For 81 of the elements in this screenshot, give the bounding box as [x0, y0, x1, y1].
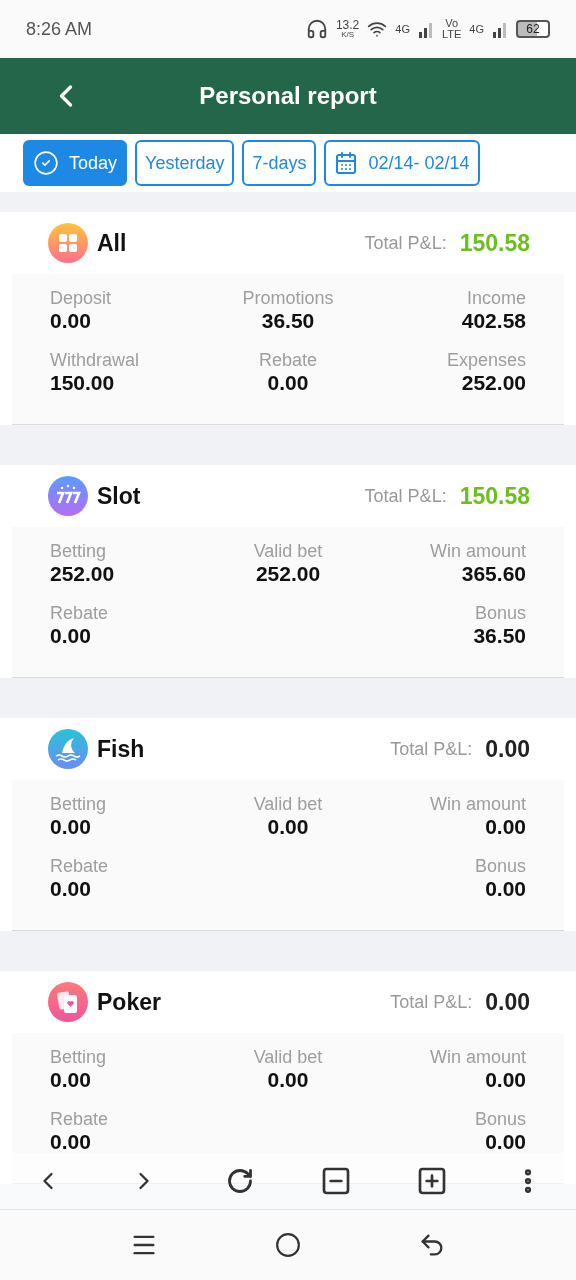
filter-tab[interactable]: Yesterday — [135, 140, 235, 186]
total-value: 150.58 — [459, 482, 530, 510]
stat-label: Win amount — [429, 1047, 526, 1068]
stat-label: Betting — [50, 794, 107, 815]
volte-label: LTE — [441, 29, 462, 40]
total-label: Total P&L: — [390, 991, 473, 1013]
calendar-icon — [334, 151, 359, 175]
stat-value: 36.50 — [261, 309, 315, 333]
playing-cards-icon — [48, 982, 88, 1022]
stat-value: 0.00 — [50, 877, 91, 901]
stat-value: 0.00 — [485, 815, 526, 839]
home-icon[interactable] — [275, 1232, 301, 1258]
stat-value: 0.00 — [267, 815, 309, 839]
stat-label: Rebate — [258, 350, 317, 371]
reload-icon[interactable] — [226, 1167, 254, 1195]
stat-label: Betting — [50, 541, 107, 562]
stat-label: Bonus — [474, 1109, 526, 1130]
stat-value: 0.00 — [50, 1068, 91, 1092]
stat-value: 0.00 — [50, 815, 91, 839]
total-value: 150.58 — [459, 229, 530, 257]
stat-value: 36.50 — [473, 624, 526, 648]
signal-icon — [417, 20, 434, 38]
signal-icon — [492, 20, 508, 38]
stat-label: Withdrawal — [50, 350, 140, 371]
stat-value: 0.00 — [50, 309, 91, 333]
filter-tab[interactable]: Today — [23, 140, 128, 186]
zoom-out-icon[interactable] — [320, 1165, 352, 1197]
stat-label: Promotions — [242, 288, 334, 309]
total-label: Total P&L: — [390, 738, 473, 760]
stat-value: 0.00 — [485, 1068, 526, 1092]
network-type: 4G — [395, 23, 410, 35]
stat-label: Deposit — [50, 288, 112, 309]
stat-value: 0.00 — [267, 371, 309, 395]
stat-value: 150.00 — [50, 371, 115, 395]
filter-tab[interactable]: 7-days — [242, 140, 317, 186]
stat-label: Bonus — [474, 856, 526, 877]
category-name: Slot — [97, 482, 142, 510]
stat-label: Bonus — [474, 603, 526, 624]
stat-value: 402.58 — [461, 309, 526, 333]
speed-unit: K/S — [341, 31, 355, 39]
stat-label: Win amount — [429, 794, 526, 815]
wifi-icon — [367, 19, 388, 39]
grid-icon — [48, 223, 88, 263]
stat-label: Win amount — [429, 541, 526, 562]
stat-value: 0.00 — [267, 1068, 309, 1092]
category-name: Poker — [97, 988, 162, 1016]
category-name: Fish — [97, 735, 146, 763]
stat-label: Rebate — [50, 856, 109, 877]
stat-label: Income — [466, 288, 526, 309]
date-range-button[interactable]: 02/14- 02/14 — [324, 140, 480, 186]
zoom-in-icon[interactable] — [416, 1165, 448, 1197]
stat-label: Rebate — [50, 1109, 109, 1130]
total-value: 0.00 — [485, 988, 530, 1016]
category-name: All — [97, 229, 128, 257]
total-label: Total P&L: — [364, 232, 447, 254]
page-title: Personal report — [199, 82, 377, 110]
total-label: Total P&L: — [364, 485, 447, 507]
total-value: 0.00 — [485, 735, 530, 763]
stat-value: 365.60 — [461, 562, 526, 586]
stat-label: Rebate — [50, 603, 109, 624]
stat-value: 252.00 — [50, 562, 115, 586]
stat-label: Valid bet — [253, 541, 323, 562]
stat-value: 252.00 — [461, 371, 526, 395]
status-time: 8:26 AM — [26, 18, 93, 40]
stat-value: 0.00 — [50, 1130, 91, 1154]
volte-label: Vo — [445, 18, 459, 29]
battery-indicator: 62 — [516, 20, 550, 38]
stat-label: Valid bet — [253, 794, 323, 815]
stat-label: Betting — [50, 1047, 107, 1068]
slot-machine-icon — [48, 476, 88, 516]
network-speed: 13.2 — [335, 19, 360, 31]
network-type: 4G — [469, 23, 484, 35]
shark-fin-icon — [48, 729, 88, 769]
stat-value: 0.00 — [485, 877, 526, 901]
stat-value: 0.00 — [485, 1130, 526, 1154]
stat-value: 0.00 — [50, 624, 91, 648]
headphones-icon — [305, 18, 328, 40]
stat-label: Expenses — [446, 350, 526, 371]
stat-label: Valid bet — [253, 1047, 323, 1068]
stat-value: 252.00 — [255, 562, 321, 586]
check-circle-icon — [33, 150, 59, 176]
